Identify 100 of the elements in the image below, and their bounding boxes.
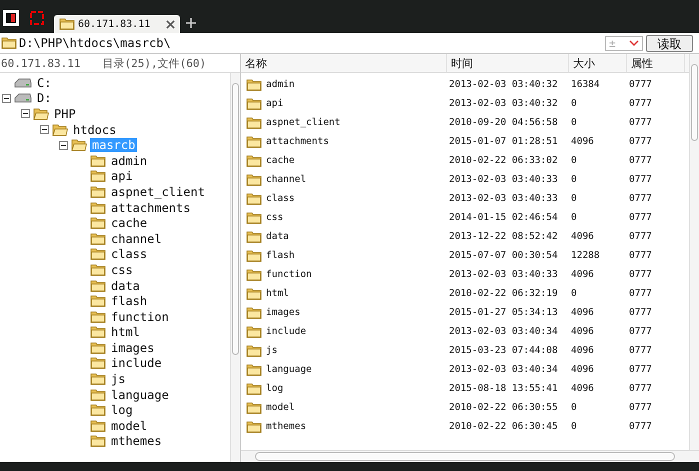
scrollbar[interactable] <box>230 73 240 462</box>
tree-item[interactable]: class <box>109 247 150 262</box>
folder-icon <box>246 96 262 110</box>
item-count: 目录(25),文件(60) <box>102 56 206 70</box>
window-icon[interactable] <box>2 9 20 27</box>
folder-icon <box>246 172 262 186</box>
tree-item[interactable]: images <box>109 340 156 355</box>
table-cell-text: 2010-02-22 06:30:45 <box>448 420 559 434</box>
folder-icon <box>90 325 106 340</box>
file-name[interactable]: aspnet_client <box>241 113 447 132</box>
file-name[interactable]: flash <box>241 246 447 265</box>
file-name[interactable]: data <box>241 227 447 246</box>
folder-icon <box>246 134 262 148</box>
tree-item[interactable]: channel <box>109 232 164 246</box>
tree-item[interactable]: mthemes <box>109 434 164 448</box>
tree-item[interactable]: language <box>109 388 171 402</box>
tree-item[interactable]: D: <box>35 91 54 106</box>
scrollbar[interactable] <box>241 450 699 462</box>
tree-item[interactable]: log <box>109 403 135 418</box>
tree-item[interactable]: model <box>109 418 150 433</box>
file-name[interactable]: js <box>241 341 447 360</box>
tree-item[interactable]: attachments <box>109 200 192 215</box>
table-cell-text: 2010-02-22 06:32:19 <box>448 287 559 301</box>
tree-item[interactable]: html <box>109 325 142 340</box>
file-name[interactable]: channel <box>241 170 447 189</box>
close-icon[interactable] <box>166 20 175 28</box>
file-name[interactable]: css <box>241 208 447 227</box>
add-tab-icon[interactable] <box>186 18 196 28</box>
table-cell-text: 0777 <box>628 78 653 92</box>
folder-icon <box>71 138 87 152</box>
tab[interactable]: 60.171.83.11 <box>54 15 180 33</box>
tree-item[interactable]: api <box>109 169 135 184</box>
column-header[interactable]: 名称 <box>241 54 447 72</box>
table-cell-text: 2010-02-22 06:33:02 <box>448 154 559 168</box>
tree-item[interactable]: admin <box>109 154 150 168</box>
file-name[interactable]: mthemes <box>241 417 447 436</box>
folder-icon <box>246 400 262 414</box>
scrollbar[interactable] <box>689 54 699 450</box>
file-name[interactable]: cache <box>241 151 447 170</box>
folder-icon <box>246 324 262 338</box>
folder-icon <box>90 294 106 308</box>
column-header[interactable]: 大小 <box>569 54 627 72</box>
collapse-icon[interactable] <box>2 94 11 103</box>
file-name[interactable]: admin <box>241 75 447 94</box>
file-name[interactable]: attachments <box>241 132 447 151</box>
folder-icon <box>246 248 262 262</box>
folder-icon <box>90 278 106 293</box>
file-name[interactable]: include <box>241 322 447 341</box>
tree-item[interactable]: cache <box>109 216 150 230</box>
tree-item[interactable]: css <box>109 262 135 277</box>
host-label: 60.171.83.11 <box>1 56 80 70</box>
file-name[interactable]: html <box>241 284 447 303</box>
folder-icon <box>90 184 106 199</box>
column-header[interactable]: 属性 <box>627 54 685 72</box>
folder-icon <box>90 232 106 246</box>
column-header[interactable]: 时间 <box>447 54 569 72</box>
file-name[interactable]: function <box>241 265 447 284</box>
tree-item[interactable]: data <box>109 278 142 293</box>
file-name[interactable]: class <box>241 189 447 208</box>
folder-icon <box>90 169 106 184</box>
file-name[interactable]: language <box>241 360 447 379</box>
folder-icon <box>246 420 262 434</box>
tree-item[interactable]: js <box>109 372 128 386</box>
table-cell-text: 2013-02-03 03:40:33 <box>448 173 559 187</box>
tree-item[interactable]: PHP <box>52 106 78 121</box>
file-name[interactable]: api <box>241 94 447 113</box>
collapse-icon[interactable] <box>40 125 49 134</box>
table-cell-text: 0777 <box>628 135 653 149</box>
table-cell-text: 2013-02-03 03:40:32 <box>448 97 559 111</box>
table-cell-text: 0777 <box>628 97 653 111</box>
table-cell-text: 0 <box>570 211 578 225</box>
path-field[interactable]: D:\PHP\htdocs\masrcb\ <box>0 36 605 50</box>
table-cell-text: 4096 <box>570 325 595 339</box>
tree-item[interactable]: C: <box>35 76 54 90</box>
table-cell-text: 2010-09-20 04:56:58 <box>448 116 559 130</box>
folder-icon <box>246 306 262 320</box>
square-icon[interactable] <box>28 9 46 27</box>
table-cell-text: 2010-02-22 06:30:55 <box>448 401 559 415</box>
table-cell-text: 4096 <box>570 268 595 282</box>
table-cell-text: 16384 <box>570 78 601 92</box>
file-name[interactable]: log <box>241 379 447 398</box>
folder-icon <box>90 340 106 355</box>
read-button[interactable]: 读取 <box>646 34 693 52</box>
tree-item[interactable]: include <box>109 356 164 370</box>
file-name[interactable]: images <box>241 303 447 322</box>
folder-icon <box>246 78 262 92</box>
table-cell-text: 0777 <box>628 420 653 434</box>
tree-item[interactable]: htdocs <box>71 122 118 137</box>
tree-item[interactable]: aspnet_client <box>109 184 207 199</box>
drive-icon <box>14 78 32 88</box>
collapse-icon[interactable] <box>59 140 68 150</box>
tree-item[interactable]: function <box>109 310 171 324</box>
folder-icon <box>59 17 75 31</box>
table-cell-text: 0777 <box>628 268 653 282</box>
table-cell-text: 0777 <box>628 306 653 320</box>
table-cell-text: 0777 <box>628 154 653 168</box>
tree-item[interactable]: flash <box>109 294 150 308</box>
collapse-icon[interactable] <box>21 109 30 118</box>
folder-icon <box>246 210 262 224</box>
file-name[interactable]: model <box>241 398 447 417</box>
